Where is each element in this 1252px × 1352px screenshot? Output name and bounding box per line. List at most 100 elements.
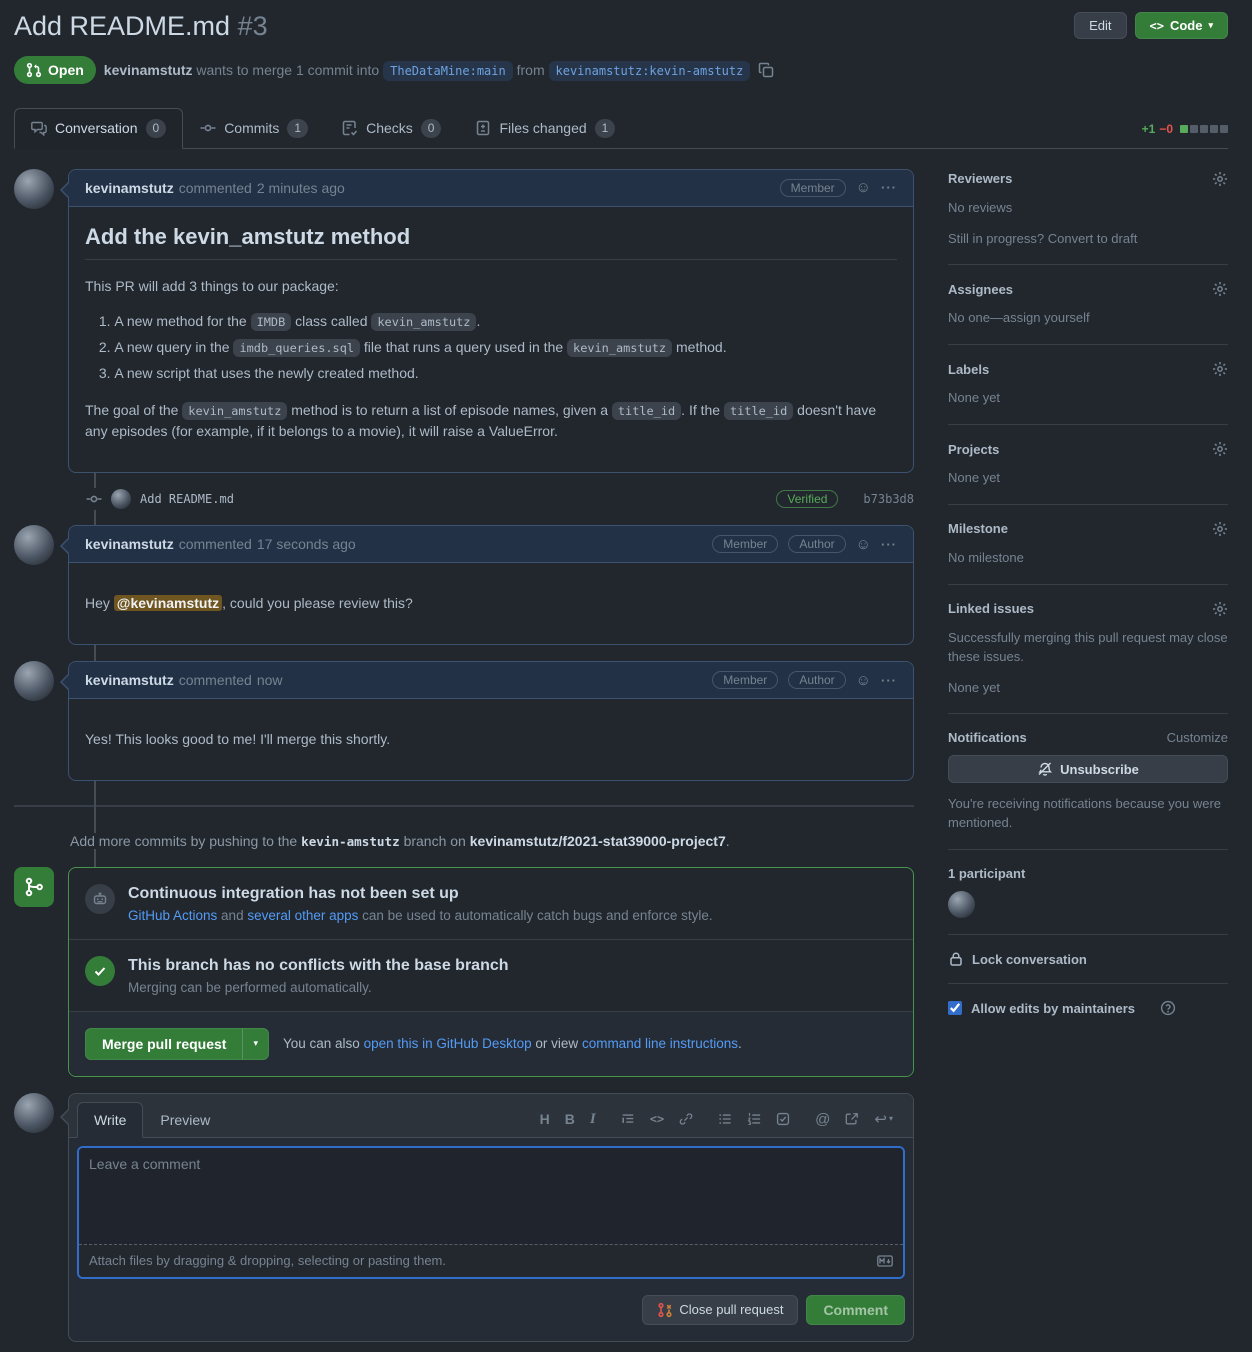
emoji-reaction-icon[interactable]: ☺ — [856, 673, 871, 688]
tab-preview[interactable]: Preview — [143, 1102, 227, 1138]
comment-textarea[interactable] — [79, 1148, 903, 1244]
mention-icon[interactable]: @ — [815, 1112, 830, 1127]
gear-icon[interactable] — [1212, 171, 1228, 187]
timeline-divider — [14, 805, 914, 807]
lock-conversation-button[interactable]: Lock conversation — [948, 951, 1228, 967]
deletions-count: −0 — [1159, 122, 1173, 136]
merge-options-caret[interactable]: ▾ — [242, 1028, 269, 1060]
italic-icon[interactable]: I — [590, 1112, 596, 1127]
pr-tab-nav: Conversation 0 Commits 1 Checks 0 Files … — [14, 108, 1228, 149]
kebab-menu-icon[interactable]: ··· — [881, 673, 897, 688]
customize-notifications-link[interactable]: Customize — [1167, 730, 1228, 745]
base-branch-label[interactable]: TheDataMine:main — [383, 61, 513, 81]
comment-timestamp-link[interactable]: 2 minutes ago — [257, 180, 345, 196]
gear-icon[interactable] — [1212, 361, 1228, 377]
link-icon[interactable] — [679, 1112, 693, 1126]
comment-header: kevinamstutz commented 17 seconds ago Me… — [69, 526, 913, 563]
pr-closed-icon — [657, 1302, 673, 1318]
comment-author-link[interactable]: kevinamstutz — [85, 180, 174, 196]
check-circle-icon — [85, 956, 115, 986]
text-link[interactable]: open this in GitHub Desktop — [364, 1036, 532, 1051]
sidebar-section-maintainer-edits: Allow edits by maintainers — [948, 998, 1228, 1032]
text: . — [476, 313, 480, 329]
avatar[interactable] — [14, 661, 54, 701]
code-icon[interactable]: <> — [650, 1113, 664, 1125]
text-link[interactable]: GitHub Actions — [128, 908, 217, 923]
emoji-reaction-icon[interactable]: ☺ — [856, 537, 871, 552]
avatar[interactable] — [14, 525, 54, 565]
ordered-list-icon[interactable] — [747, 1112, 761, 1126]
unordered-list-icon[interactable] — [718, 1112, 732, 1126]
tab-label: Checks — [366, 120, 413, 136]
task-list-icon[interactable] — [776, 1112, 790, 1126]
head-branch-label[interactable]: kevinamstutz:kevin-amstutz — [549, 61, 751, 81]
conversation-timeline: kevinamstutz commented 2 minutes ago Mem… — [14, 169, 914, 1342]
kebab-menu-icon[interactable]: ··· — [881, 180, 897, 195]
avatar[interactable] — [14, 169, 54, 209]
section-title: Reviewers — [948, 171, 1012, 186]
question-icon[interactable] — [1160, 1000, 1176, 1016]
tab-checks[interactable]: Checks 0 — [325, 108, 458, 149]
tab-write[interactable]: Write — [77, 1102, 143, 1138]
tab-conversation[interactable]: Conversation 0 — [14, 108, 183, 149]
tab-count: 1 — [287, 119, 308, 138]
tab-count: 1 — [595, 119, 616, 138]
member-badge: Member — [780, 179, 846, 197]
gear-icon[interactable] — [1212, 441, 1228, 457]
text-link[interactable]: command line instructions — [582, 1036, 738, 1051]
unsubscribe-button[interactable]: Unsubscribe — [948, 755, 1228, 783]
quote-icon[interactable] — [621, 1112, 635, 1126]
file-diff-icon — [475, 120, 491, 136]
comment-author-link[interactable]: kevinamstutz — [85, 672, 174, 688]
copy-branch-icon[interactable] — [758, 62, 774, 78]
text: branch on — [400, 833, 470, 849]
allow-edits-checkbox[interactable] — [948, 1001, 962, 1015]
comment-action: commented — [179, 536, 252, 552]
avatar[interactable] — [111, 489, 131, 509]
emoji-reaction-icon[interactable]: ☺ — [856, 180, 871, 195]
sidebar-section-notifications: Notifications Customize Unsubscribe You'… — [948, 728, 1228, 850]
bold-icon[interactable]: B — [565, 1112, 575, 1126]
commit-message-link[interactable]: Add README.md — [140, 492, 234, 506]
mergeability-section: This branch has no conflicts with the ba… — [69, 939, 913, 1011]
participants-label: 1 participant — [948, 866, 1228, 881]
edit-button[interactable]: Edit — [1074, 12, 1126, 39]
markdown-icon[interactable] — [877, 1253, 893, 1269]
convert-to-draft-link[interactable]: Convert to draft — [1048, 231, 1138, 246]
avatar[interactable] — [948, 891, 975, 918]
author-badge: Author — [788, 535, 845, 553]
lock-label: Lock conversation — [972, 952, 1087, 967]
assignees-empty[interactable]: No one—assign yourself — [948, 309, 1228, 328]
user-mention-link[interactable]: @kevinamstutz — [114, 595, 222, 611]
comment-timestamp-link[interactable]: 17 seconds ago — [257, 536, 356, 552]
gear-icon[interactable] — [1212, 521, 1228, 537]
gear-icon[interactable] — [1212, 601, 1228, 617]
pr-page: Add README.md #3 Edit <> Code ▾ Open kev… — [0, 0, 1252, 1352]
gear-icon[interactable] — [1212, 281, 1228, 297]
attach-files-dropzone[interactable]: Attach files by dragging & dropping, sel… — [79, 1244, 903, 1277]
comment-timestamp-link[interactable]: now — [257, 672, 283, 688]
close-pull-request-button[interactable]: Close pull request — [642, 1295, 798, 1325]
tab-files-changed[interactable]: Files changed 1 — [458, 108, 632, 149]
tab-label: Files changed — [499, 120, 586, 136]
saved-replies-icon[interactable]: ↩▾ — [874, 1112, 893, 1127]
comment-button[interactable]: Comment — [806, 1295, 905, 1325]
comment: kevinamstutz commented now Member Author… — [14, 661, 914, 781]
tab-commits[interactable]: Commits 1 — [183, 108, 325, 149]
merge-sentence-text: wants to merge 1 commit into — [196, 62, 379, 78]
verified-badge[interactable]: Verified — [776, 490, 838, 508]
merge-pull-request-button[interactable]: Merge pull request — [85, 1028, 242, 1060]
cross-reference-icon[interactable] — [845, 1112, 859, 1126]
text-link[interactable]: several other apps — [247, 908, 358, 923]
push-note: Add more commits by pushing to the kevin… — [70, 833, 736, 849]
code-button[interactable]: <> Code ▾ — [1135, 12, 1228, 39]
kebab-menu-icon[interactable]: ··· — [881, 537, 897, 552]
reviewers-empty: No reviews — [948, 199, 1228, 218]
pr-author-link[interactable]: kevinamstutz — [104, 62, 193, 78]
heading-icon[interactable]: H — [540, 1112, 550, 1126]
composer-actions: Close pull request Comment — [69, 1287, 913, 1341]
inline-code: kevin_amstutz — [567, 339, 672, 357]
comment-author-link[interactable]: kevinamstutz — [85, 536, 174, 552]
commit-sha-link[interactable]: b73b3d8 — [863, 492, 914, 506]
robot-icon — [85, 884, 115, 914]
